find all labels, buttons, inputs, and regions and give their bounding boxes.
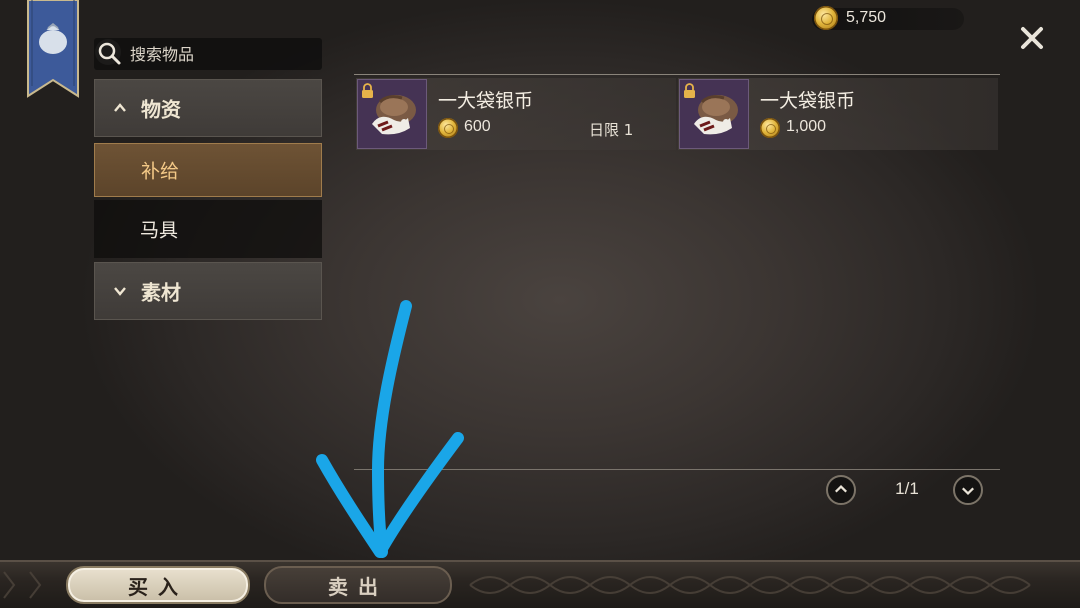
page-indicator: 1/1 [895, 479, 919, 498]
subcategory-tack[interactable]: 马具 [94, 200, 322, 258]
daily-limit: 日限 1 [589, 121, 634, 139]
subcategory-label: 马具 [140, 219, 179, 242]
currency-amount: 5,750 [846, 9, 887, 26]
coin-icon [438, 118, 458, 138]
item-name: 一大袋银币 [438, 90, 534, 112]
coin-icon [760, 118, 780, 138]
page-down-button[interactable] [953, 475, 983, 505]
shop-item[interactable]: 一大袋银币 1,000 [678, 78, 998, 150]
search-input[interactable] [130, 38, 314, 70]
divider [354, 469, 1000, 470]
item-price: 1,000 [786, 118, 827, 135]
pouch-banner-icon [27, 0, 79, 98]
category-label: 物资 [141, 97, 181, 122]
lock-icon [362, 83, 373, 98]
category-materials[interactable]: 素材 [94, 262, 322, 320]
subcategory-supply[interactable]: 补给 [94, 143, 322, 197]
coin-icon [814, 6, 838, 30]
shop-item[interactable]: 一大袋银币 600 日限 1 [356, 78, 676, 150]
category-goods[interactable]: 物资 [94, 79, 322, 137]
shop-screen: 5,750 物资 补给 马具 素材 [0, 0, 1080, 608]
currency-display: 5,750 [812, 6, 964, 30]
category-label: 素材 [141, 280, 181, 305]
item-price: 600 [464, 118, 491, 135]
silver-coin-bag-icon [357, 79, 427, 149]
chevron-down-icon [114, 287, 126, 296]
page-up-button[interactable] [826, 475, 856, 505]
tab-sell[interactable]: 卖出 [264, 566, 452, 604]
lock-icon [684, 83, 695, 98]
search-icon[interactable] [94, 38, 126, 70]
divider [354, 74, 1000, 75]
item-name: 一大袋银币 [760, 90, 856, 112]
silver-coin-bag-icon [679, 79, 749, 149]
chevron-up-icon [114, 103, 126, 112]
search-box[interactable] [94, 38, 322, 70]
subcategory-label: 补给 [141, 160, 180, 183]
tab-buy[interactable]: 买入 [66, 566, 250, 604]
close-icon[interactable] [1014, 20, 1050, 56]
